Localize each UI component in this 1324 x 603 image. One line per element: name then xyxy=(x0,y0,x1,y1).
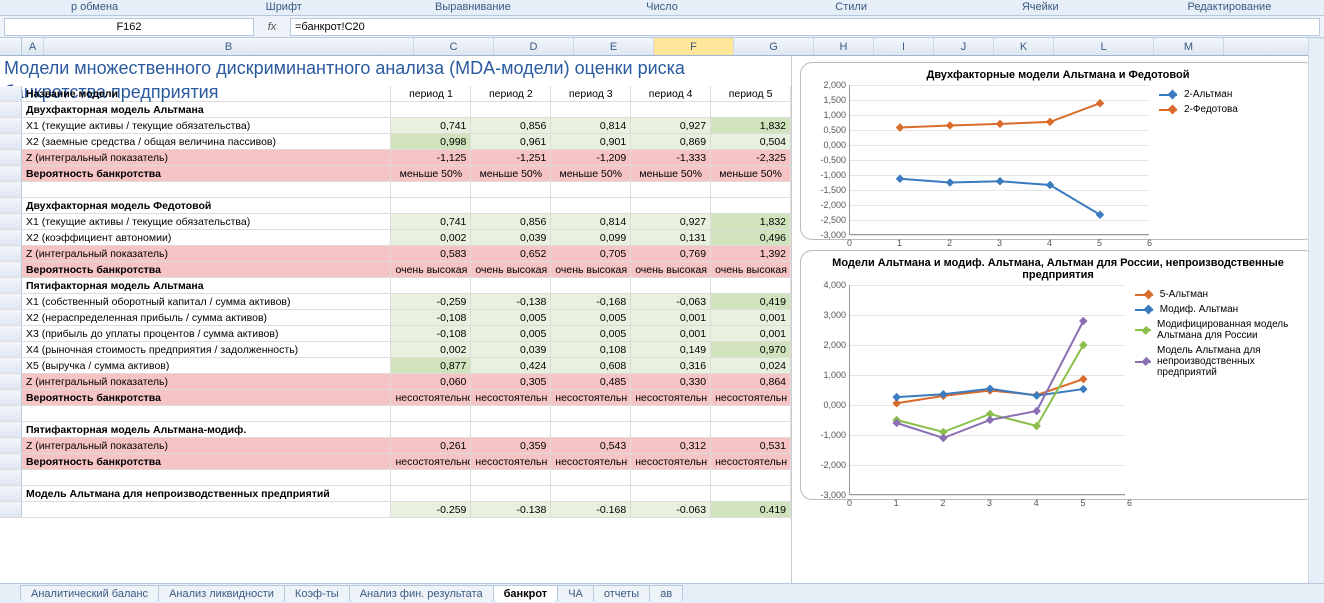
page-title: Модели множественного дискриминантного а… xyxy=(0,56,791,80)
ribbon-group: Стили xyxy=(757,0,946,15)
name-box[interactable]: F162 xyxy=(4,18,254,36)
chart-1-title: Двухфакторные модели Альтмана и Федотово… xyxy=(809,69,1307,81)
col-header-C[interactable]: C xyxy=(414,38,494,55)
sheet-tab[interactable]: Анализ фин. результата xyxy=(349,585,494,602)
column-headers[interactable]: ABCDEFGHIJKLM xyxy=(0,38,1324,56)
sheet-tab[interactable]: Коэф-ты xyxy=(284,585,350,602)
ribbon-group: р обмена xyxy=(0,0,189,15)
chart-1[interactable]: Двухфакторные модели Альтмана и Федотово… xyxy=(800,62,1316,240)
col-header-F[interactable]: F xyxy=(654,38,734,55)
fx-icon[interactable]: fx xyxy=(258,21,286,33)
formula-input[interactable]: =банкрот!C20 xyxy=(290,18,1320,36)
chart-1-legend: 2-Альтман2-Федотова xyxy=(1149,85,1238,235)
col-header-K[interactable]: K xyxy=(994,38,1054,55)
chart-2-legend: 5-АльтманМодиф. АльтманМодифицированная … xyxy=(1125,285,1307,495)
ribbon-group: Ячейки xyxy=(946,0,1135,15)
ribbon-group: Редактирование xyxy=(1135,0,1324,15)
sheet-tab[interactable]: банкрот xyxy=(493,585,559,602)
col-header-M[interactable]: M xyxy=(1154,38,1224,55)
sheet-tab[interactable]: ЧА xyxy=(557,585,594,602)
col-header-A[interactable]: A xyxy=(22,38,44,55)
worksheet-grid[interactable]: Модели множественного дискриминантного а… xyxy=(0,56,792,584)
col-header-H[interactable]: H xyxy=(814,38,874,55)
col-header-B[interactable]: B xyxy=(44,38,414,55)
vertical-scrollbar[interactable] xyxy=(1308,38,1324,583)
col-header-E[interactable]: E xyxy=(574,38,654,55)
ribbon-group: Шрифт xyxy=(189,0,378,15)
col-header-L[interactable]: L xyxy=(1054,38,1154,55)
sheet-tab[interactable]: ав xyxy=(649,585,683,602)
chart-2[interactable]: Модели Альтмана и модиф. Альтмана, Альтм… xyxy=(800,250,1316,500)
sheet-tab[interactable]: Аналитический баланс xyxy=(20,585,159,602)
sheet-tab[interactable]: Анализ ликвидности xyxy=(158,585,285,602)
col-header-G[interactable]: G xyxy=(734,38,814,55)
sheet-tab[interactable]: отчеты xyxy=(593,585,650,602)
chart-2-title: Модели Альтмана и модиф. Альтмана, Альтм… xyxy=(809,257,1307,281)
col-header-J[interactable]: J xyxy=(934,38,994,55)
col-header-I[interactable]: I xyxy=(874,38,934,55)
ribbon-group-labels: р обменаШрифтВыравниваниеЧислоСтилиЯчейк… xyxy=(0,0,1324,16)
charts-panel: Двухфакторные модели Альтмана и Федотово… xyxy=(792,56,1324,584)
ribbon-group: Выравнивание xyxy=(378,0,567,15)
formula-bar: F162 fx =банкрот!C20 xyxy=(0,16,1324,38)
ribbon-group: Число xyxy=(567,0,756,15)
sheet-tabs[interactable]: Аналитический балансАнализ ликвидностиКо… xyxy=(0,583,1324,603)
col-header-D[interactable]: D xyxy=(494,38,574,55)
